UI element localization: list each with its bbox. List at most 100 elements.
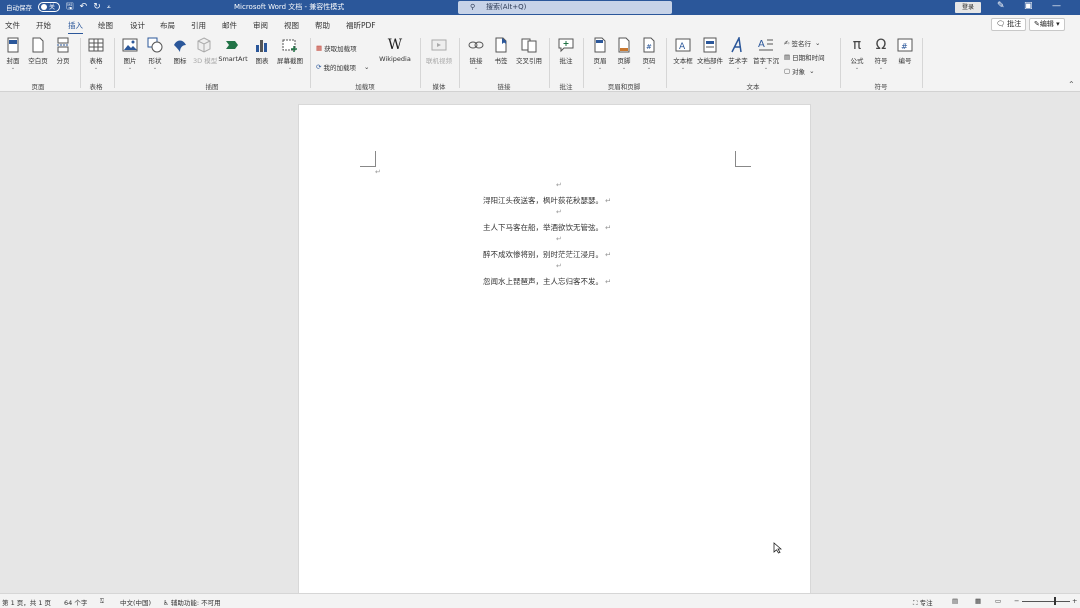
word-count-status[interactable]: 64 个字 — [64, 597, 87, 607]
minimize-icon[interactable]: — — [1052, 1, 1061, 11]
zoom-slider[interactable] — [1022, 601, 1070, 602]
icons-button[interactable]: 图标 — [171, 37, 189, 65]
object-button[interactable]: ▢ 对象 ⌄ — [784, 66, 815, 76]
read-mode-icon[interactable]: ▤ — [952, 597, 958, 605]
crop-mark-top-right — [735, 151, 751, 167]
accessibility-status[interactable]: ♿ 辅助功能: 不可用 — [163, 597, 221, 607]
group-label-tables: 表格 — [89, 83, 103, 91]
footer-button[interactable]: 页脚 ⌄ — [614, 37, 634, 71]
undo-icon[interactable]: ↶ — [80, 2, 88, 12]
textbox-button[interactable]: A 文本框 ⌄ — [672, 37, 694, 71]
zoom-out-icon[interactable]: − — [1014, 597, 1019, 605]
paragraph-mark: ↵ — [556, 262, 562, 270]
search-box[interactable]: ⚲ 搜索(Alt+Q) — [458, 1, 672, 14]
login-button[interactable]: 登录 — [955, 2, 981, 13]
tab-design[interactable]: 设计 — [130, 20, 145, 31]
store-icon: ▦ — [316, 44, 323, 52]
table-button[interactable]: 表格 ⌄ — [87, 37, 105, 71]
pi-icon: π — [852, 37, 862, 53]
link-button[interactable]: 链接 ⌄ — [466, 37, 486, 71]
focus-mode-button[interactable]: ⛶ 专注 — [913, 597, 933, 608]
symbol-button[interactable]: Ω 符号 ⌄ — [871, 37, 891, 71]
tab-file[interactable]: 文件 — [5, 20, 20, 31]
language-status[interactable]: 中文(中国) — [120, 597, 151, 607]
edit-label: 编辑 — [1039, 20, 1054, 28]
calendar-icon: ▤ — [784, 53, 791, 61]
editing-mode-button[interactable]: ✎编辑 ▾ — [1029, 18, 1065, 31]
wikipedia-button[interactable]: W Wikipedia — [376, 37, 414, 63]
get-addins-button[interactable]: ▦ 获取加载项 — [316, 43, 357, 53]
tab-home[interactable]: 开始 — [36, 20, 51, 31]
picture-button[interactable]: 图片 ⌄ — [121, 37, 139, 71]
accessibility-icon: ♿ — [163, 599, 169, 607]
poem-line[interactable]: 忽闻水上琵琶声，主人忘归客不发。 ↵ — [483, 276, 611, 287]
page-count-status[interactable]: 第 1 页，共 1 页 — [2, 597, 51, 607]
web-layout-icon[interactable]: ▭ — [995, 597, 1001, 605]
proofing-icon[interactable]: ⍂ — [100, 597, 104, 606]
signature-line-button[interactable]: ✍ 签名行 ⌄ — [784, 38, 820, 48]
quick-parts-icon — [702, 37, 718, 53]
chart-button[interactable]: 图表 — [253, 37, 271, 65]
pen-icon[interactable]: ✎ — [997, 1, 1005, 11]
ribbon-display-icon[interactable]: ▣ — [1024, 1, 1033, 11]
online-video-button[interactable]: 联机视频 — [424, 37, 454, 65]
my-addins-button[interactable]: ⟳ 我的加载项 ⌄ — [316, 62, 369, 72]
equation-button[interactable]: π 公式 ⌄ — [847, 37, 867, 71]
bookmark-button[interactable]: 书签 — [491, 37, 511, 65]
cover-page-button[interactable]: 封面 ⌄ — [4, 37, 22, 71]
wordart-button[interactable]: 艺术字 ⌄ — [727, 35, 749, 71]
poem-line[interactable]: 浔阳江头夜送客，枫叶荻花秋瑟瑟。 ↵ — [483, 195, 611, 206]
redo-icon[interactable]: ↻ — [93, 2, 101, 12]
date-time-button[interactable]: ▤ 日期和时间 — [784, 52, 825, 62]
tab-layout[interactable]: 布局 — [160, 20, 175, 31]
new-comment-icon — [558, 37, 574, 53]
collapse-ribbon-icon[interactable]: ⌃ — [1068, 80, 1075, 89]
tab-draw[interactable]: 绘图 — [98, 20, 113, 31]
svg-text:A: A — [679, 42, 686, 52]
footer-icon — [616, 37, 632, 53]
tab-foxit-pdf[interactable]: 福昕PDF — [346, 20, 376, 31]
print-layout-icon[interactable]: ▦ — [975, 597, 981, 605]
addins-icon: ⟳ — [316, 63, 322, 71]
poem-line[interactable]: 醉不成欢惨将别，别时茫茫江浸月。 ↵ — [483, 249, 611, 260]
quick-parts-button[interactable]: 文档部件 ⌄ — [697, 37, 723, 71]
page-break-button[interactable]: 分页 — [54, 37, 72, 65]
svg-text:A: A — [758, 39, 765, 50]
customize-qat-icon[interactable]: ⩡ — [107, 2, 111, 12]
comments-button[interactable]: 🗨 批注 — [991, 18, 1027, 31]
group-label-links: 链接 — [497, 83, 511, 91]
ribbon: 封面 ⌄ 空白页 分页 页面 表格 ⌄ 表格 图片 ⌄ 形状 ⌄ 图标 3D 模型 Sm… — [0, 34, 1080, 92]
zoom-slider-thumb[interactable] — [1054, 597, 1056, 605]
tab-review[interactable]: 审阅 — [253, 20, 268, 31]
tab-mailings[interactable]: 邮件 — [222, 20, 237, 31]
tab-help[interactable]: 帮助 — [315, 20, 330, 31]
document-title: Microsoft Word 文档 - 兼容性模式 — [234, 3, 345, 11]
poem-line[interactable]: 主人下马客在船，举酒欲饮无管弦。 ↵ — [483, 222, 611, 233]
bar-chart-icon — [254, 37, 270, 53]
signature-icon: ✍ — [784, 39, 790, 47]
drop-cap-button[interactable]: A 首字下沉 ⌄ — [752, 37, 780, 71]
autosave-toggle[interactable]: 关 — [38, 2, 60, 12]
3d-models-button[interactable]: 3D 模型 — [193, 37, 217, 65]
screenshot-icon — [282, 37, 298, 53]
tab-insert[interactable]: 插入 — [68, 20, 83, 35]
cross-reference-button[interactable]: 交叉引用 — [514, 37, 544, 65]
screenshot-button[interactable]: 屏幕截图 ⌄ — [275, 37, 305, 71]
group-label-symbols: 符号 — [874, 83, 888, 91]
zoom-in-icon[interactable]: + — [1072, 597, 1077, 605]
quick-access-toolbar: 自动保存 关 🖫 ↶ ↻ ⩡ — [6, 2, 111, 12]
new-comment-button[interactable]: 批注 — [556, 37, 576, 65]
blank-page-button[interactable]: 空白页 — [27, 37, 49, 65]
smartart-button[interactable]: SmartArt — [218, 37, 248, 63]
shapes-button[interactable]: 形状 ⌄ — [146, 37, 164, 71]
save-icon[interactable]: 🖫 — [66, 2, 74, 12]
video-icon — [431, 37, 447, 53]
number-icon: # — [897, 37, 913, 53]
document-page[interactable]: ↵ ↵ 浔阳江头夜送客，枫叶荻花秋瑟瑟。 ↵ ↵ 主人下马客在船，举酒欲饮无管弦。… — [298, 104, 811, 596]
page-number-button[interactable]: # 页码 ⌄ — [639, 37, 659, 71]
header-button[interactable]: 页眉 ⌄ — [590, 37, 610, 71]
tab-references[interactable]: 引用 — [191, 20, 206, 31]
number-button[interactable]: # 编号 — [895, 37, 915, 65]
tab-view[interactable]: 视图 — [284, 20, 299, 31]
svg-text:#: # — [646, 43, 652, 51]
